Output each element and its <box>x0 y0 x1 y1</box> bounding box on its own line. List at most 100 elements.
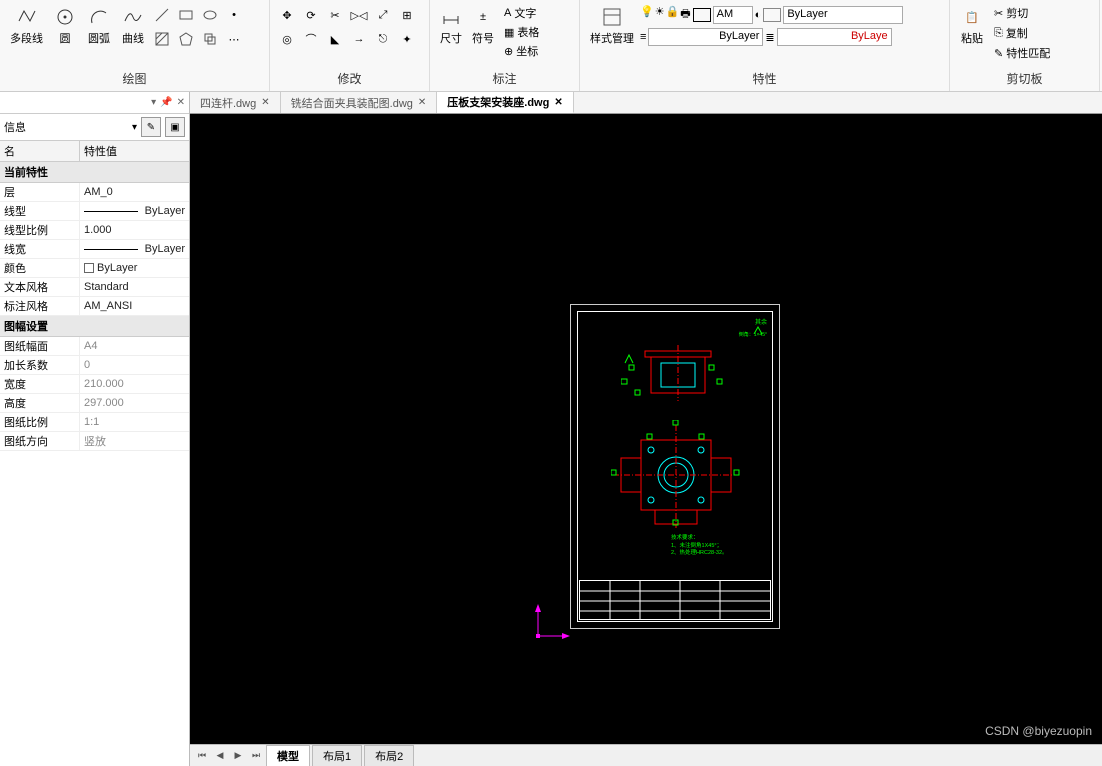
extend-icon[interactable]: → <box>348 28 370 50</box>
scale-icon[interactable]: ⤢ <box>372 4 394 26</box>
prop-row[interactable]: 宽度210.000 <box>0 375 189 394</box>
sun-icon[interactable]: ☀ <box>655 5 665 24</box>
prop-value[interactable]: Standard <box>80 278 189 296</box>
prop-row[interactable]: 文本风格Standard <box>0 278 189 297</box>
ribbon-group-clipboard: 📋 粘贴 ✂剪切 ⎘复制 ✎特性匹配 剪切板 <box>950 0 1100 91</box>
color-wheel-icon[interactable]: ◐ <box>755 9 762 21</box>
text-label: 文字 <box>514 5 536 21</box>
coord-label: 坐标 <box>516 43 538 59</box>
cut-button[interactable]: ✂剪切 <box>990 4 1054 22</box>
prop-row[interactable]: 层AM_0 <box>0 183 189 202</box>
filter-button[interactable]: ✎ <box>141 117 161 137</box>
prop-row[interactable]: 图纸幅面A4 <box>0 337 189 356</box>
prop-key: 线宽 <box>0 240 80 258</box>
prop-value[interactable]: ByLayer <box>80 240 189 258</box>
misc-icon[interactable]: ⋯ <box>223 28 245 50</box>
copy-button[interactable]: ⎘复制 <box>990 24 1054 42</box>
offset-icon[interactable]: ◎ <box>276 28 298 50</box>
prop-row[interactable]: 图纸比例1:1 <box>0 413 189 432</box>
prop-value[interactable]: AM_0 <box>80 183 189 201</box>
coord-button[interactable]: ⊕坐标 <box>500 42 543 60</box>
paste-icon: 📋 <box>961 6 983 28</box>
prop-value[interactable]: 竖放 <box>80 432 189 450</box>
prop-value[interactable]: AM_ANSI <box>80 297 189 315</box>
nav-last-icon[interactable]: ⏭ <box>248 748 264 764</box>
region-icon[interactable] <box>199 28 221 50</box>
linetype-icon: ≡ <box>640 31 646 43</box>
info-drop-icon[interactable]: ▾ <box>132 122 137 133</box>
file-tab-2[interactable]: 铣结合面夹具装配图.dwg✕ <box>281 92 438 113</box>
tab-layout1[interactable]: 布局1 <box>312 745 362 766</box>
prop-row[interactable]: 线宽ByLayer <box>0 240 189 259</box>
drawing-canvas[interactable]: 其余 倒角：1×45° <box>190 114 1102 744</box>
print-icon[interactable]: 🖶 <box>680 5 690 24</box>
prop-value[interactable]: A4 <box>80 337 189 355</box>
prop-value[interactable]: 1:1 <box>80 413 189 431</box>
paste-button[interactable]: 📋 粘贴 <box>956 4 988 48</box>
close-icon[interactable]: ✕ <box>418 97 426 108</box>
close-icon[interactable]: ✕ <box>261 97 269 108</box>
prop-row[interactable]: 颜色ByLayer <box>0 259 189 278</box>
bulb-icon[interactable]: 💡 <box>640 5 654 24</box>
hatch-icon[interactable] <box>151 28 173 50</box>
dim-button[interactable]: 尺寸 <box>436 4 466 48</box>
ellipse-icon[interactable] <box>199 4 221 26</box>
linetype-dropdown[interactable]: ByLayer <box>648 28 763 46</box>
tab-layout2[interactable]: 布局2 <box>364 745 414 766</box>
nav-first-icon[interactable]: ⏮ <box>194 748 210 764</box>
line-icon[interactable] <box>151 4 173 26</box>
rotate-icon[interactable]: ⟳ <box>300 4 322 26</box>
move-icon[interactable]: ✥ <box>276 4 298 26</box>
mirror-icon[interactable]: ▷◁ <box>348 4 370 26</box>
nav-next-icon[interactable]: ▶ <box>230 748 246 764</box>
explode-icon[interactable]: ✦ <box>396 28 418 50</box>
prop-row[interactable]: 高度297.000 <box>0 394 189 413</box>
dropdown-icon[interactable]: ▾ <box>151 97 156 108</box>
lineweight-dropdown[interactable]: ByLaye <box>777 28 892 46</box>
layer-dropdown[interactable]: AM <box>713 6 753 24</box>
prop-value[interactable]: 297.000 <box>80 394 189 412</box>
pin-icon[interactable]: 📌 <box>160 97 172 108</box>
tab-model[interactable]: 模型 <box>266 745 310 766</box>
chamfer-icon[interactable]: ◣ <box>324 28 346 50</box>
prop-value[interactable]: 1.000 <box>80 221 189 239</box>
text-icon: A <box>504 7 511 19</box>
prop-value[interactable]: 210.000 <box>80 375 189 393</box>
select-button[interactable]: ▣ <box>165 117 185 137</box>
trim-icon[interactable]: ✂ <box>324 4 346 26</box>
style-manager-button[interactable]: 样式管理 <box>586 4 638 48</box>
break-icon[interactable]: ⎋ <box>372 28 394 50</box>
color-dropdown[interactable]: ByLayer <box>783 6 903 24</box>
lock-icon[interactable]: 🔒 <box>666 5 680 24</box>
file-tab-1[interactable]: 四连杆.dwg✕ <box>190 92 281 113</box>
prop-value[interactable]: ByLayer <box>80 259 189 277</box>
prop-row[interactable]: 线型ByLayer <box>0 202 189 221</box>
copy-label: 复制 <box>1006 25 1028 41</box>
table-button[interactable]: ▦表格 <box>500 23 543 41</box>
array-icon[interactable]: ⊞ <box>396 4 418 26</box>
prop-row[interactable]: 图纸方向竖放 <box>0 432 189 451</box>
polygon-icon[interactable] <box>175 28 197 50</box>
prop-value[interactable]: ByLayer <box>80 202 189 220</box>
nav-prev-icon[interactable]: ◀ <box>212 748 228 764</box>
symbol-button[interactable]: ± 符号 <box>468 4 498 48</box>
polyline-button[interactable]: 多段线 <box>6 4 47 48</box>
file-tab-3[interactable]: 压板支架安装座.dwg✕ <box>437 92 573 113</box>
circle-button[interactable]: 圆 <box>49 4 81 48</box>
close-icon[interactable]: ✕ <box>554 97 562 108</box>
drawing-frame: 其余 倒角：1×45° <box>570 304 780 629</box>
prop-value[interactable]: 0 <box>80 356 189 374</box>
fillet-icon[interactable]: ⌒ <box>300 28 322 50</box>
note-rest-label: 其余 <box>753 317 767 326</box>
point-icon[interactable]: • <box>223 4 245 26</box>
prop-row[interactable]: 加长系数0 <box>0 356 189 375</box>
prop-row[interactable]: 标注风格AM_ANSI <box>0 297 189 316</box>
text-button[interactable]: A文字 <box>500 4 543 22</box>
match-button[interactable]: ✎特性匹配 <box>990 44 1054 62</box>
arc-button[interactable]: 圆弧 <box>83 4 115 48</box>
prop-row[interactable]: 线型比例1.000 <box>0 221 189 240</box>
close-panel-icon[interactable]: ✕ <box>177 97 185 108</box>
spline-button[interactable]: 曲线 <box>117 4 149 48</box>
rect-icon[interactable] <box>175 4 197 26</box>
match-label: 特性匹配 <box>1006 45 1050 61</box>
